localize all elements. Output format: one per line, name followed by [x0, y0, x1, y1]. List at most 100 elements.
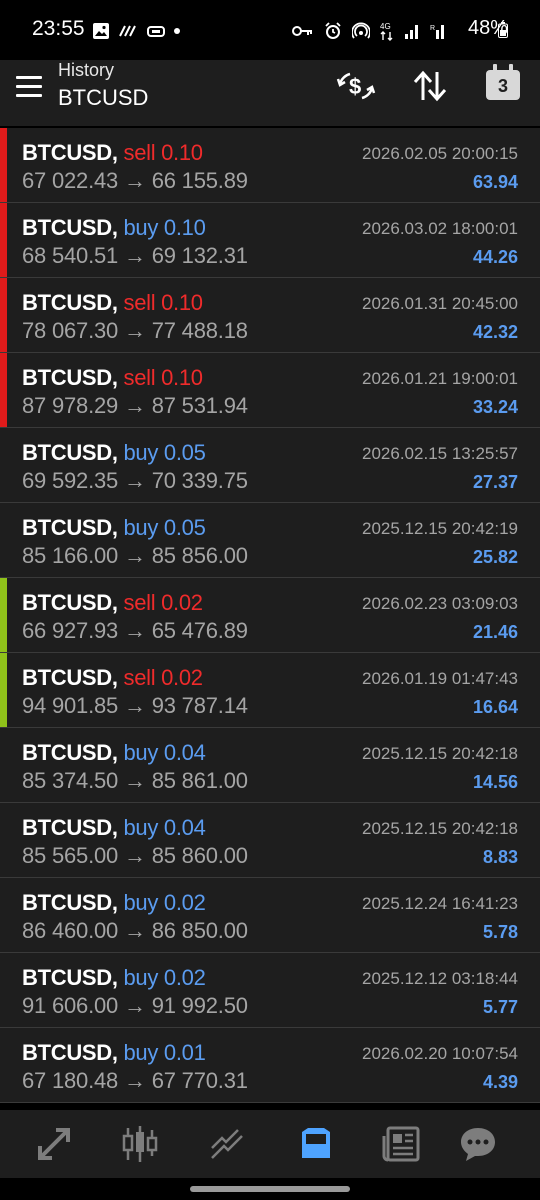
battery-icon: [498, 22, 508, 38]
trade-title: BTCUSD, buy 0.04: [22, 815, 206, 841]
close-price: 65 476.89: [151, 618, 248, 643]
trade-time: 2025.12.15 20:42:18: [362, 819, 518, 838]
trade-marker-bar: [0, 803, 7, 877]
bottom-navigation: [0, 1110, 540, 1178]
trade-side: buy: [123, 440, 159, 465]
trade-time: 2025.12.15 20:42:19: [362, 519, 518, 538]
chart-icon[interactable]: [120, 1124, 160, 1164]
trade-prices: 78 067.30 → 77 488.18: [22, 318, 248, 344]
trade-side: sell: [123, 365, 156, 390]
trade-prices: 67 180.48 → 67 770.31: [22, 1068, 248, 1094]
currency-exchange-icon[interactable]: $: [336, 66, 376, 106]
history-icon[interactable]: [296, 1124, 336, 1164]
trade-row[interactable]: BTCUSD, sell 0.02 66 927.93 → 65 476.89 20…: [0, 578, 540, 653]
open-price: 85 565.00: [22, 843, 119, 868]
sort-icon[interactable]: [410, 66, 450, 106]
open-price: 91 606.00: [22, 993, 119, 1018]
trade-row[interactable]: BTCUSD, buy 0.04 85 374.50 → 85 861.00 202…: [0, 728, 540, 803]
trade-side: buy: [123, 1040, 159, 1065]
trade-title: BTCUSD, sell 0.02: [22, 665, 203, 691]
arrow-right-icon: →: [118, 393, 152, 418]
trade-profit: 44.26: [472, 247, 518, 267]
close-price: 91 992.50: [151, 993, 248, 1018]
trade-marker-bar: [0, 128, 7, 202]
arrow-right-icon: →: [118, 618, 152, 643]
trade-row[interactable]: BTCUSD, buy 0.02 86 460.00 → 86 850.00 202…: [0, 878, 540, 953]
trade-title: BTCUSD, sell 0.10: [22, 140, 203, 166]
trade-prices: 85 166.00 → 85 856.00: [22, 543, 248, 569]
trade-volume: 0.10: [163, 215, 206, 240]
close-price: 66 155.89: [151, 168, 248, 193]
trade-row[interactable]: BTCUSD, sell 0.10 67 022.43 → 66 155.89 20…: [0, 128, 540, 203]
trade-row[interactable]: BTCUSD, sell 0.10 87 978.29 → 87 531.94 20…: [0, 353, 540, 428]
trade-symbol: BTCUSD,: [22, 665, 118, 690]
trade-time: 2026.02.05 20:00:15: [362, 144, 518, 163]
close-price: 85 856.00: [151, 543, 248, 568]
trade-title: BTCUSD, sell 0.10: [22, 365, 203, 391]
trade-volume: 0.10: [161, 290, 203, 315]
trade-volume: 0.02: [161, 665, 203, 690]
svg-text:4G: 4G: [380, 22, 391, 31]
close-price: 67 770.31: [151, 1068, 248, 1093]
trade-title: BTCUSD, buy 0.05: [22, 440, 206, 466]
open-price: 66 927.93: [22, 618, 119, 643]
arrow-right-icon: →: [118, 693, 152, 718]
arrow-right-icon: →: [118, 918, 152, 943]
trade-row[interactable]: BTCUSD, sell 0.02 94 901.85 → 93 787.14 20…: [0, 653, 540, 728]
close-price: 93 787.14: [151, 693, 248, 718]
gesture-bar[interactable]: [190, 1186, 350, 1192]
trade-symbol: BTCUSD,: [22, 515, 118, 540]
status-bar: 23:55 4G R 48%: [0, 0, 540, 60]
trade-side: buy: [123, 890, 159, 915]
trade-row[interactable]: BTCUSD, sell 0.10 78 067.30 → 77 488.18 20…: [0, 278, 540, 353]
trade-row[interactable]: BTCUSD, buy 0.04 85 565.00 → 85 860.00 202…: [0, 803, 540, 878]
trade-time: 2026.01.31 20:45:00: [362, 294, 518, 313]
trade-row[interactable]: BTCUSD, buy 0.10 68 540.51 → 69 132.31 202…: [0, 203, 540, 278]
trade-prices: 66 927.93 → 65 476.89: [22, 618, 248, 644]
trade-row[interactable]: BTCUSD, buy 0.01 67 180.48 → 67 770.31 202…: [0, 1028, 540, 1103]
calendar-icon[interactable]: 3: [486, 64, 520, 100]
network-4g-icon: 4G: [380, 22, 393, 41]
trade-row[interactable]: BTCUSD, buy 0.02 91 606.00 → 91 992.50 202…: [0, 953, 540, 1028]
arrow-right-icon: →: [118, 168, 152, 193]
menu-icon[interactable]: [16, 76, 42, 98]
open-price: 67 022.43: [22, 168, 119, 193]
trade-time: 2026.02.20 10:07:54: [362, 1044, 518, 1063]
trade-icon[interactable]: [208, 1124, 248, 1164]
trade-title: BTCUSD, buy 0.04: [22, 740, 206, 766]
trade-profit: 5.77: [482, 997, 518, 1017]
trade-volume: 0.10: [161, 140, 203, 165]
trade-volume: 0.04: [163, 815, 206, 840]
close-price: 70 339.75: [151, 468, 248, 493]
trade-marker-bar: [0, 1028, 7, 1102]
trade-prices: 94 901.85 → 93 787.14: [22, 693, 248, 719]
open-price: 69 592.35: [22, 468, 119, 493]
trade-side: buy: [123, 740, 159, 765]
trade-time: 2025.12.15 20:42:18: [362, 744, 518, 763]
trade-row[interactable]: BTCUSD, buy 0.05 69 592.35 → 70 339.75 202…: [0, 428, 540, 503]
arrow-right-icon: →: [118, 318, 152, 343]
notification-icons: [92, 20, 180, 42]
page-title: BTCUSD: [58, 85, 149, 110]
messages-icon[interactable]: [458, 1124, 498, 1164]
news-icon[interactable]: [382, 1124, 422, 1164]
trade-title: BTCUSD, buy 0.02: [22, 965, 206, 991]
open-price: 86 460.00: [22, 918, 119, 943]
trade-marker-bar: [0, 953, 7, 1027]
arrow-right-icon: →: [118, 993, 152, 1018]
trade-symbol: BTCUSD,: [22, 440, 118, 465]
trade-volume: 0.05: [163, 440, 206, 465]
hotspot-icon: [352, 22, 370, 39]
open-price: 94 901.85: [22, 693, 119, 718]
trade-marker-bar: [0, 728, 7, 802]
key-icon: [292, 26, 312, 36]
trade-time: 2025.12.12 03:18:44: [362, 969, 518, 988]
arrow-right-icon: →: [118, 243, 152, 268]
quotes-icon[interactable]: [34, 1124, 74, 1164]
open-price: 85 374.50: [22, 768, 119, 793]
trade-row[interactable]: BTCUSD, buy 0.05 85 166.00 → 85 856.00 202…: [0, 503, 540, 578]
svg-text:R: R: [430, 25, 435, 32]
trade-side: buy: [123, 965, 159, 990]
trade-marker-bar: [0, 428, 7, 502]
trade-volume: 0.10: [161, 365, 203, 390]
